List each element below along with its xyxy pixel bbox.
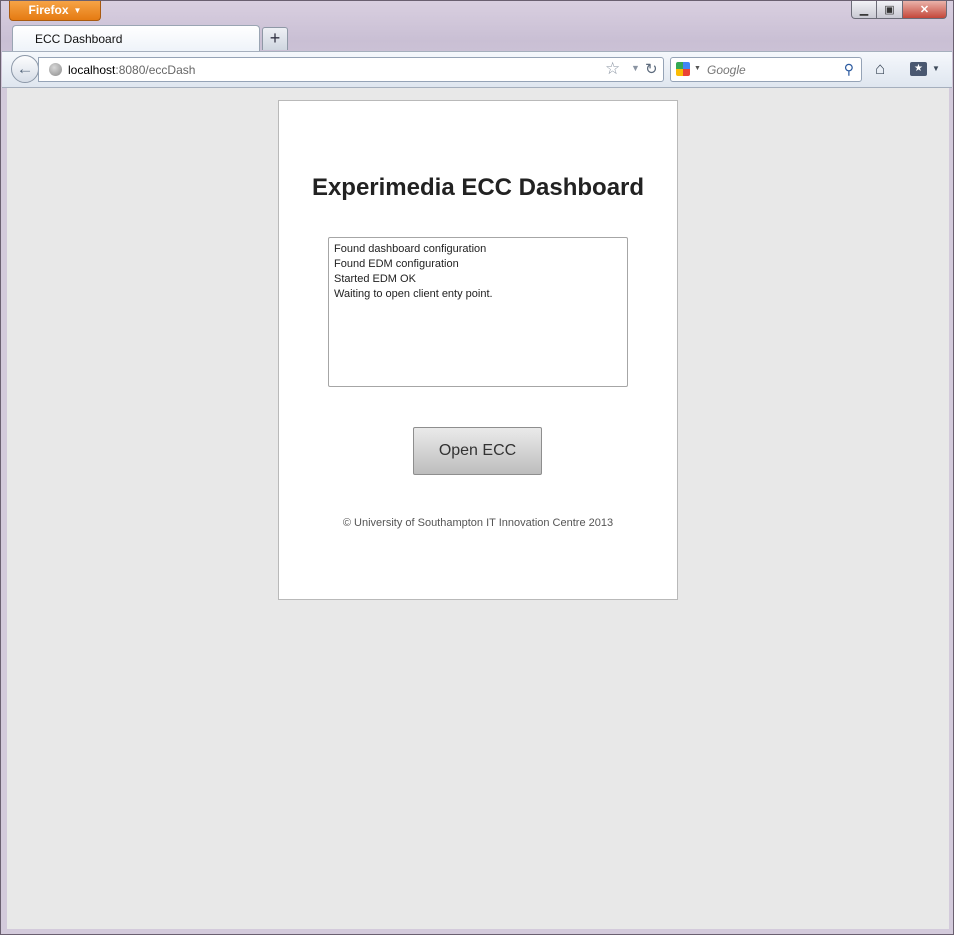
reload-icon[interactable]: ↻	[645, 60, 658, 78]
minimize-button[interactable]: ▁	[851, 1, 877, 19]
url-text[interactable]: localhost:8080/eccDash	[68, 63, 195, 77]
search-engine-dropdown-icon[interactable]: ▼	[694, 65, 701, 72]
close-window-button[interactable]: ✕	[903, 1, 947, 19]
open-ecc-button[interactable]: Open ECC	[413, 427, 542, 475]
globe-icon[interactable]	[49, 63, 62, 76]
page-title: Experimedia ECC Dashboard	[311, 174, 645, 201]
browser-window: Firefox ▼ ▁ ▣ ✕ ECC Dashboard + ← localho…	[0, 0, 954, 935]
maximize-button[interactable]: ▣	[877, 1, 903, 19]
log-line: Found EDM configuration	[334, 258, 459, 270]
log-line: Found dashboard configuration	[334, 243, 487, 255]
back-button[interactable]: ←	[11, 55, 39, 83]
log-line: Waiting to open client enty point.	[334, 288, 493, 300]
page-viewport: Experimedia ECC Dashboard Found dashboar…	[7, 88, 949, 929]
url-history-dropdown-icon[interactable]: ▼	[631, 63, 640, 73]
navigation-toolbar: ← localhost:8080/eccDash ☆ ▼ ↻ ▼ Google …	[2, 51, 952, 88]
dashboard-card: Experimedia ECC Dashboard Found dashboar…	[278, 100, 678, 600]
plus-icon: +	[269, 28, 281, 48]
minimize-icon: ▁	[859, 4, 869, 16]
url-path: :8080/eccDash	[115, 63, 196, 77]
firefox-menu-label: Firefox	[28, 3, 69, 17]
copyright-footer: © University of Southampton IT Innovatio…	[342, 517, 614, 529]
chevron-down-icon: ▼	[73, 6, 82, 15]
log-line: Started EDM OK	[334, 273, 416, 285]
tab-ecc-dashboard[interactable]: ECC Dashboard	[12, 25, 260, 52]
maximize-icon: ▣	[884, 4, 895, 16]
star-icon[interactable]: ☆	[605, 59, 620, 79]
google-icon[interactable]	[676, 62, 690, 76]
bookmarks-dropdown-icon[interactable]: ▼	[932, 64, 940, 73]
new-tab-button[interactable]: +	[262, 27, 288, 50]
firefox-menu-button[interactable]: Firefox ▼	[9, 1, 101, 21]
url-host: localhost	[68, 63, 116, 77]
close-icon: ✕	[919, 4, 930, 16]
search-placeholder: Google	[707, 63, 746, 77]
tab-title: ECC Dashboard	[35, 32, 123, 46]
status-log[interactable]: Found dashboard configuration Found EDM …	[328, 237, 628, 387]
back-arrow-icon: ←	[16, 59, 34, 78]
magnifier-icon[interactable]: ⚲	[844, 61, 854, 78]
window-controls: ▁ ▣ ✕	[851, 1, 947, 19]
bookmarks-icon[interactable]: ★	[910, 62, 927, 76]
search-bar[interactable]: ▼ Google ⚲	[670, 57, 862, 82]
url-bar[interactable]: localhost:8080/eccDash ☆ ▼ ↻	[38, 57, 664, 82]
home-icon[interactable]: ⌂	[875, 59, 885, 79]
